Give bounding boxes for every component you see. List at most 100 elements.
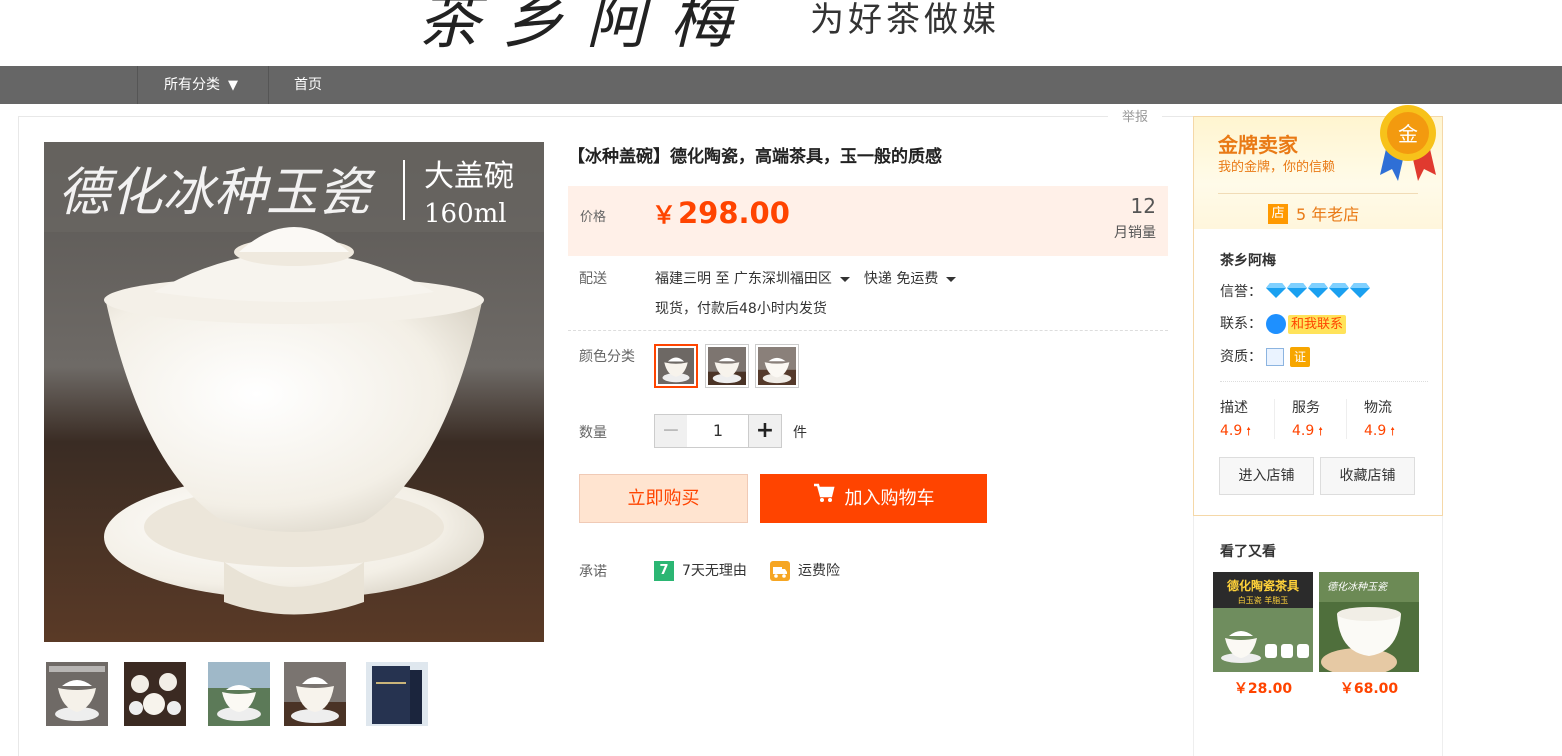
recommended-banner-text: 德化冰种玉瓷 [1327, 581, 1389, 593]
divider [1274, 399, 1275, 439]
score-value: 4.9 🠕 [1220, 423, 1292, 442]
dropdown-arrow-icon [839, 276, 850, 282]
favorite-shop-button[interactable]: 收藏店铺 [1320, 457, 1415, 495]
score-number: 4.9 [1364, 423, 1387, 439]
score-label: 物流 [1364, 400, 1392, 416]
recommended-item-image[interactable]: 德化陶瓷茶具 白玉瓷 羊脂玉 [1213, 572, 1313, 672]
add-to-cart-button[interactable]: 加入购物车 [760, 474, 987, 523]
shipping-label: 配送 [579, 271, 607, 287]
business-license-icon[interactable] [1266, 348, 1284, 366]
contact-label: 联系： [1220, 316, 1262, 332]
recommended-item-2[interactable]: 德化冰种玉瓷 ￥68.00 [1319, 572, 1419, 698]
contact-row: 联系： 和我联系 [1220, 313, 1347, 334]
recommended-item-image[interactable]: 德化冰种玉瓷 [1319, 572, 1419, 672]
color-option-1[interactable] [654, 344, 698, 388]
main-image-text: 德化冰种玉瓷 [58, 163, 376, 223]
promise-return-label: 7天无理由 [682, 563, 747, 579]
enter-shop-button[interactable]: 进入店铺 [1219, 457, 1314, 495]
score-label: 描述 [1220, 400, 1248, 416]
divider [1220, 381, 1428, 382]
medal-text: 金 [1398, 122, 1418, 146]
buy-now-button[interactable]: 立即购买 [579, 474, 748, 523]
divider [568, 330, 1168, 331]
ship-method-selector[interactable]: 快递 免运费 [864, 271, 970, 287]
thumbnail-3[interactable] [208, 662, 270, 726]
qty-input[interactable]: 1 [687, 414, 749, 448]
ship-note: 现货，付款后48小时内发货 [655, 301, 827, 317]
ship-to-selector[interactable]: 广东深圳福田区 [734, 271, 864, 287]
promise-freight[interactable]: 运费险 [770, 560, 840, 581]
arrow-up-icon: 🠕 [1390, 425, 1395, 438]
score-value: 4.9 🠕 [1364, 423, 1436, 442]
score-label: 服务 [1292, 400, 1320, 416]
dropdown-arrow-icon [946, 276, 957, 282]
qty-increase-button[interactable]: + [748, 414, 782, 448]
report-link[interactable]: 举报 [1108, 108, 1163, 128]
gold-seller-subtitle: 我的金牌，你的信赖 [1218, 160, 1336, 175]
also-viewed-title: 看了又看 [1220, 544, 1276, 560]
nav-all-categories[interactable]: 所有分类 ▼ [137, 66, 269, 104]
banner-slogan: 为好茶做媒 [810, 0, 1000, 40]
thumbnail-strip [44, 662, 544, 728]
seller-shop-name[interactable]: 茶乡阿梅 [1220, 250, 1276, 270]
certificate-icon[interactable]: 证 [1290, 347, 1310, 367]
monthly-sales-count: 12 [1130, 194, 1156, 218]
price-label: 价格 [580, 210, 607, 225]
thumbnail-2[interactable] [124, 662, 186, 726]
score-description: 描述 4.9 🠕 [1220, 397, 1292, 442]
gold-seller-title: 金牌卖家 [1218, 133, 1298, 157]
main-image-volume: 160ml [424, 199, 507, 229]
divider [1218, 193, 1418, 194]
nav-all-categories-label: 所有分类 [164, 77, 220, 93]
diamond-highlight [1308, 283, 1328, 288]
promise-freight-label: 运费险 [798, 563, 840, 579]
arrow-up-icon: 🠕 [1246, 425, 1251, 438]
seller-panel: 金牌卖家 我的金牌，你的信赖 店 5 年老店 金 茶乡阿梅 信誉： 联系： 和我联系… [1193, 105, 1443, 516]
cert-row: 资质： 证 [1220, 346, 1310, 367]
diamond-highlight [1350, 283, 1370, 288]
color-option-3[interactable] [755, 344, 799, 388]
freight-insurance-icon [770, 561, 790, 581]
main-product-image[interactable]: 德化冰种玉瓷 大盖碗 160ml [44, 142, 544, 642]
chat-bubble-icon[interactable] [1266, 314, 1286, 334]
promise-return[interactable]: 7 7天无理由 [654, 560, 747, 581]
price-value: ￥298.00 [652, 195, 790, 230]
diamond-highlight [1329, 283, 1349, 288]
caret-down-icon: ▼ [228, 78, 238, 93]
score-logistics: 物流 4.9 🠕 [1364, 397, 1436, 442]
diamond-highlight [1287, 283, 1307, 288]
shipping-line: 福建三明 至 广东深圳福田区 快递 免运费 [655, 268, 970, 288]
also-viewed-panel: 看了又看 德化陶瓷茶具 白玉瓷 羊脂玉 ￥28.00 德化冰种玉瓷 ￥68.00 [1193, 516, 1443, 756]
contact-me-button[interactable]: 和我联系 [1288, 314, 1347, 334]
color-label: 颜色分类 [579, 349, 635, 365]
cert-label: 资质： [1220, 349, 1262, 365]
thumbnail-5[interactable] [366, 662, 428, 726]
color-option-2[interactable] [705, 344, 749, 388]
divider [1346, 399, 1347, 439]
diamond-rating-icon [1266, 281, 1370, 303]
shop-banner: 茶乡阿梅 为好茶做媒 [0, 0, 1562, 66]
seven-day-return-icon: 7 [654, 561, 674, 581]
recommended-item-price: ￥28.00 [1233, 681, 1293, 697]
price-amount: 298.00 [678, 196, 790, 230]
qty-decrease-button[interactable]: − [654, 414, 688, 448]
main-image-tag: 大盖碗 [424, 159, 514, 194]
recommended-banner-text: 德化陶瓷茶具 [1227, 578, 1299, 593]
cart-icon [813, 473, 835, 522]
diamond-highlight [1266, 283, 1286, 288]
ship-from: 福建三明 至 [655, 271, 730, 287]
qty-unit: 件 [793, 425, 807, 441]
recommended-item-1[interactable]: 德化陶瓷茶具 白玉瓷 羊脂玉 ￥28.00 [1213, 572, 1313, 698]
gaiwan-photo: 德化冰种玉瓷 大盖碗 160ml [44, 142, 544, 642]
promise-label: 承诺 [579, 564, 607, 580]
thumbnail-1[interactable] [46, 662, 108, 726]
qty-label: 数量 [579, 425, 607, 441]
score-value: 4.9 🠕 [1292, 423, 1364, 442]
thumbnail-4[interactable] [284, 662, 346, 726]
nav-home[interactable]: 首页 [294, 66, 322, 104]
shop-nav-bar: 所有分类 ▼ 首页 [0, 66, 1562, 104]
ship-to: 广东深圳福田区 [733, 271, 832, 287]
recommended-item-price: ￥68.00 [1339, 681, 1399, 697]
score-number: 4.9 [1292, 423, 1315, 439]
arrow-up-icon: 🠕 [1318, 425, 1323, 438]
